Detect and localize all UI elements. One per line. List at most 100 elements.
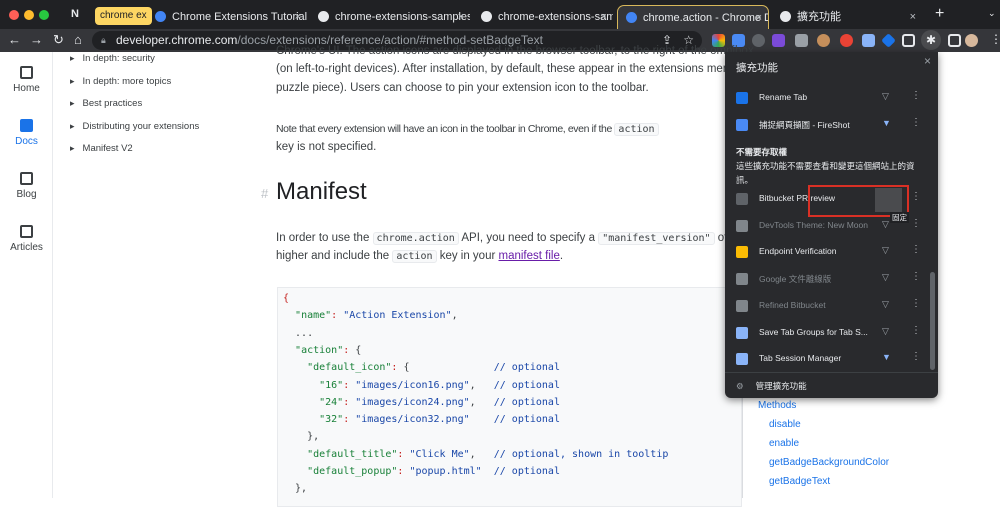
tab-close-icon[interactable]: × [295,5,301,29]
pin-icon[interactable]: ▽ [882,245,889,256]
manifest-file-link[interactable]: manifest file [499,250,560,262]
extension-row[interactable]: Google 文件離線版 ▽ ⋮ [725,266,930,292]
tab-close-icon[interactable]: × [756,6,762,29]
close-window-button[interactable] [9,10,19,20]
rail-item-blog[interactable]: Blog [0,172,53,200]
close-icon[interactable]: × [924,54,931,68]
text: higher and include the [276,250,392,262]
extension-name: Rename Tab [759,92,807,102]
more-options-icon[interactable]: ⋮ [911,351,921,362]
tab-4[interactable]: 擴充功能× [772,5,922,29]
tab-close-icon[interactable]: × [910,5,916,29]
minimize-window-button[interactable] [24,10,34,20]
toc-item[interactable]: disable [769,419,801,430]
code-token: }, [283,483,307,494]
code-token: , [470,397,494,408]
more-options-icon[interactable]: ⋮ [911,218,921,229]
pin-icon[interactable]: ▽ [882,219,889,230]
extension-name: Refined Bitbucket [759,300,826,310]
more-options-icon[interactable]: ⋮ [911,244,921,255]
toc-item[interactable]: getBadgeBackgroundColor [769,457,889,468]
tab-session-extension-icon[interactable] [862,34,875,47]
manage-extensions-button[interactable]: ⚙管理擴充功能 [736,380,807,392]
anchor-hash-link[interactable]: # [261,185,268,203]
more-options-icon[interactable]: ⋮ [911,298,921,309]
sidenav-item[interactable]: In depth: more topics [70,76,171,87]
code-token [283,310,295,321]
extension-row[interactable]: Rename Tab ▽ ⋮ [725,85,930,111]
rail-item-home[interactable]: Home [0,66,53,94]
code-token: // optional [494,414,560,425]
extension-icon[interactable] [817,34,830,47]
scrollbar[interactable] [930,272,935,370]
extension-icon [736,220,748,232]
pin-icon[interactable]: ▽ [882,326,889,337]
extension-icon[interactable] [795,34,808,47]
toc-item[interactable]: getBadgeText [769,476,830,487]
pin-icon[interactable]: ▼ [882,118,891,128]
side-panel-button[interactable] [948,34,961,47]
rail-item-docs[interactable]: Docs [0,119,53,147]
pin-icon[interactable]: ▽ [882,91,889,102]
sidenav-item[interactable]: Manifest V2 [70,143,133,154]
forward-button[interactable]: → [30,32,43,47]
more-options-icon[interactable]: ⋮ [911,191,921,202]
home-button[interactable]: ⌂ [74,32,82,47]
pin-icon[interactable]: ▽ [882,299,889,310]
maximize-window-button[interactable] [39,10,49,20]
rail-label: Articles [10,242,43,253]
extension-row[interactable]: Endpoint Verification ▽ ⋮ [725,239,930,265]
extension-row[interactable]: 捕捉網頁擷圖 - FireShot▼⋮ [725,112,930,138]
extension-icon[interactable] [902,34,915,47]
more-options-icon[interactable]: ⋮ [911,90,921,101]
tab-close-icon[interactable]: × [458,5,464,29]
code-line: "default_title": "Click Me", // optional… [283,449,668,460]
extensions-puzzle-button[interactable]: ✱ [921,30,941,50]
pin-icon[interactable]: ▼ [882,352,891,362]
pin-icon[interactable]: ▽ [882,272,889,283]
sidenav-item[interactable]: Best practices [70,98,142,109]
tab-0[interactable]: Chrome Extensions Tutorial: R× [147,5,307,29]
more-options-icon[interactable]: ⋮ [911,271,921,282]
toc-heading[interactable]: Methods [758,400,796,411]
toc-item[interactable]: enable [769,438,799,449]
code-token: "default_icon" [307,362,391,373]
divider [725,372,938,373]
lock-icon: 🔒︎ [101,31,106,50]
extension-icon[interactable] [881,33,896,48]
extension-icon [736,327,748,339]
extension-name: Endpoint Verification [759,246,837,256]
tab-1[interactable]: chrome-extensions-samples/× [310,5,470,29]
inline-code: "manifest_version" [598,232,714,245]
new-tab-button[interactable]: + [935,5,944,23]
extension-row[interactable]: Tab Session Manager▼⋮ [725,346,930,372]
code-token: { [355,345,361,356]
code-token: { [403,362,493,373]
back-button[interactable]: ← [8,32,21,47]
code-token: : [343,345,355,356]
reload-button[interactable]: ↻ [53,32,64,48]
sidenav-item[interactable]: In depth: security [70,53,155,64]
notion-tab-icon[interactable]: N [71,8,79,20]
tab-search-button[interactable]: ⌄ [988,8,996,19]
code-token: : [397,449,409,460]
sidenav-item[interactable]: Distributing your extensions [70,121,199,132]
extension-name: Google 文件離線版 [759,273,831,285]
chrome-menu-button[interactable]: ⋮ [990,32,1000,46]
extension-icon[interactable] [772,34,785,47]
tab-close-icon[interactable]: × [601,5,607,29]
text: API, you need to specify a [459,232,598,244]
rail-item-articles[interactable]: Articles [0,225,53,253]
extension-icon [736,353,748,365]
extension-icon[interactable] [840,34,853,47]
extension-row[interactable]: Refined Bitbucket ▽ ⋮ [725,293,930,319]
tab-3[interactable]: chrome.action - Chrome Deve× [617,5,769,29]
extension-name: Save Tab Groups for Tab S... [759,327,868,337]
more-options-icon[interactable]: ⋮ [911,117,921,128]
tab-group-label[interactable]: chrome ex [95,7,152,25]
tab-2[interactable]: chrome-extensions-samples/× [473,5,613,29]
profile-avatar[interactable] [965,34,978,47]
extension-row[interactable]: Save Tab Groups for Tab S... ▽ ⋮ [725,320,930,346]
more-options-icon[interactable]: ⋮ [911,325,921,336]
code-line: }, [283,431,319,442]
